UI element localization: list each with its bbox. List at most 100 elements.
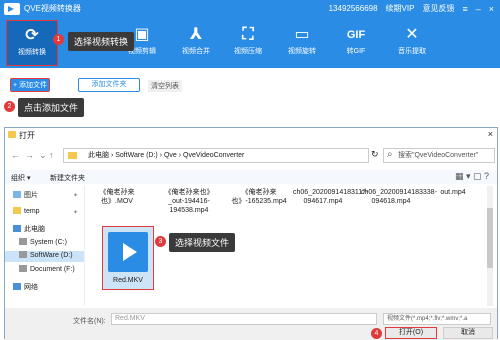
nav-item-this-pc[interactable]: 此电脑 xyxy=(13,224,45,235)
callout-step-3: 选择视频文件 xyxy=(169,233,236,252)
nav-item-label: 网络 xyxy=(24,284,38,291)
nav-item-temp[interactable]: temp xyxy=(13,207,40,218)
search-input[interactable]: 搜索"QveVideoConverter" xyxy=(383,148,495,163)
dialog-title: 打开 xyxy=(19,131,35,140)
filename-label: 文件名(N): xyxy=(73,318,106,325)
recent-dropdown-icon[interactable]: ⌄ xyxy=(39,150,47,161)
nav-item-label: System (C:) xyxy=(30,239,67,246)
drive-icon xyxy=(19,251,27,258)
tool-label: 转GIF xyxy=(346,48,366,55)
step-badge-3: 3 xyxy=(155,236,166,247)
add-file-button[interactable]: + 添加文件 xyxy=(10,78,50,92)
filetype-select[interactable]: 视频文件(*.mp4;*.flv;*.wmv;*.a xyxy=(383,313,491,325)
open-button[interactable]: 打开(O) xyxy=(385,327,437,339)
tool-to-gif[interactable]: GIF 转GIF xyxy=(330,20,382,66)
tool-label: 视频合并 xyxy=(182,48,210,55)
nav-item-label: Document (F:) xyxy=(30,266,75,273)
add-folder-button[interactable]: 添加文件夹 xyxy=(78,78,140,92)
video-edit-icon: ▣ xyxy=(134,26,150,43)
callout-step-1: 选择视频转换 xyxy=(68,32,135,51)
vip-link[interactable]: 续期VIP xyxy=(386,3,415,14)
dialog-title-bar: 打开 × xyxy=(5,128,497,142)
convert-icon: ⟳ xyxy=(25,27,39,44)
file-name: Red.MKV xyxy=(113,277,143,284)
forward-arrow-icon[interactable]: → xyxy=(25,150,34,160)
folder-icon xyxy=(8,131,16,138)
nav-item-label: 此电脑 xyxy=(24,226,45,233)
file-item[interactable]: out.mp4 xyxy=(423,188,483,197)
pin-icon: ✦ xyxy=(72,193,78,199)
address-path: 此电脑 › SoftWare (D:) › Qve › QveVideoConv… xyxy=(88,152,245,159)
computer-icon xyxy=(13,225,21,232)
scrollbar-thumb[interactable] xyxy=(487,208,493,268)
tool-label: 视频旋转 xyxy=(288,48,316,55)
nav-item-document-f[interactable]: Document (F:) xyxy=(19,265,75,276)
nav-item-label: SoftWare (D:) xyxy=(30,252,73,259)
network-icon xyxy=(13,283,21,290)
minimize-button[interactable]: – xyxy=(476,4,481,14)
compress-icon: ⛶ xyxy=(242,26,254,43)
app-logo-icon xyxy=(4,3,20,15)
address-bar[interactable]: 此电脑 › SoftWare (D:) › Qve › QveVideoConv… xyxy=(63,148,369,163)
step-badge-1: 1 xyxy=(53,34,64,45)
organize-menu[interactable]: 组织 ▾ xyxy=(11,173,30,183)
tool-video-merge[interactable]: ⅄ 视频合并 xyxy=(170,20,222,66)
cancel-button[interactable]: 取消 xyxy=(443,327,493,339)
callout-step-2: 点击添加文件 xyxy=(18,98,85,117)
file-list-scrollbar[interactable] xyxy=(487,186,493,306)
file-item[interactable]: 《俺老孙来也》_out-194416-194538.mp4 xyxy=(159,188,219,215)
step-badge-2: 2 xyxy=(4,101,15,112)
gif-icon: GIF xyxy=(346,29,366,41)
drive-icon xyxy=(19,238,27,245)
nav-item-label: temp xyxy=(24,208,40,215)
tool-label: 视频转换 xyxy=(18,49,46,56)
file-item[interactable]: ch06_20200914183117-094617.mp4 xyxy=(293,188,368,206)
pictures-icon xyxy=(13,191,21,198)
file-action-bar xyxy=(0,68,500,100)
file-item[interactable]: 《俺老孙来也》-165235.mp4 xyxy=(229,188,289,206)
tool-video-convert[interactable]: ⟳ 视频转换 xyxy=(6,20,58,66)
refresh-icon[interactable]: ↻ xyxy=(371,149,379,160)
title-bar: QVE视频转换器 13492566698 续期VIP 意见反馈 ≡ – × xyxy=(0,0,500,18)
filename-input[interactable]: Red.MKV xyxy=(111,313,377,325)
file-item[interactable]: 《俺老孙来也》.MOV xyxy=(87,188,147,206)
file-item[interactable]: ch06_20200914183338-094618.mp4 xyxy=(361,188,437,206)
open-file-dialog: 打开 × ← → ⌄ ↑ 此电脑 › SoftWare (D:) › Qve ›… xyxy=(4,127,498,340)
nav-item-label: 图片 xyxy=(24,192,38,199)
tool-video-compress[interactable]: ⛶ 视频压缩 xyxy=(222,20,274,66)
clear-list-button[interactable]: 清空列表 xyxy=(148,80,182,92)
nav-item-software-d[interactable]: SoftWare (D:) xyxy=(5,251,84,262)
dialog-nav-bar: ← → ⌄ ↑ 此电脑 › SoftWare (D:) › Qve › QveV… xyxy=(5,146,497,166)
new-folder-button[interactable]: 新建文件夹 xyxy=(50,173,85,183)
rotate-icon: ▭ xyxy=(294,26,310,43)
pin-icon: ✦ xyxy=(72,210,78,216)
dialog-close-button[interactable]: × xyxy=(488,129,493,139)
step-badge-4: 4 xyxy=(371,328,382,339)
drive-icon xyxy=(19,265,27,272)
back-arrow-icon[interactable]: ← xyxy=(11,150,20,160)
close-button[interactable]: × xyxy=(489,4,494,14)
folder-icon xyxy=(68,152,77,159)
tool-label: 音乐提取 xyxy=(398,48,426,55)
nav-pane: 图片 ✦ temp ✦ 此电脑 System (C:) SoftWare (D:… xyxy=(5,186,85,306)
video-file-icon xyxy=(108,232,148,272)
dialog-command-bar: 组织 ▾ 新建文件夹 ▦ ▾ ▢ ? xyxy=(5,170,497,184)
up-arrow-icon[interactable]: ↑ xyxy=(49,150,54,160)
app-title: QVE视频转换器 xyxy=(24,4,81,13)
nav-item-pictures[interactable]: 图片 xyxy=(13,190,38,201)
selected-file-item[interactable]: Red.MKV xyxy=(102,226,154,290)
dialog-footer: 文件名(N): Red.MKV 视频文件(*.mp4;*.flv;*.wmv;*… xyxy=(5,308,497,340)
view-options-icon[interactable]: ▦ ▾ ▢ ? xyxy=(455,171,489,182)
menu-icon[interactable]: ≡ xyxy=(462,4,467,14)
folder-icon xyxy=(13,207,21,214)
tool-music-extract[interactable]: ✕ 音乐提取 xyxy=(386,20,438,66)
file-list: 《俺老孙来也》.MOV 《俺老孙来也》_out-194416-194538.mp… xyxy=(87,186,487,306)
account-phone[interactable]: 13492566698 xyxy=(329,4,378,13)
tool-video-rotate[interactable]: ▭ 视频旋转 xyxy=(276,20,328,66)
feedback-link[interactable]: 意见反馈 xyxy=(422,3,454,14)
merge-icon: ⅄ xyxy=(189,26,203,43)
nav-item-system-c[interactable]: System (C:) xyxy=(19,238,67,249)
tool-label: 视频压缩 xyxy=(234,48,262,55)
nav-item-network[interactable]: 网络 xyxy=(13,282,38,293)
music-extract-icon: ✕ xyxy=(405,26,419,43)
